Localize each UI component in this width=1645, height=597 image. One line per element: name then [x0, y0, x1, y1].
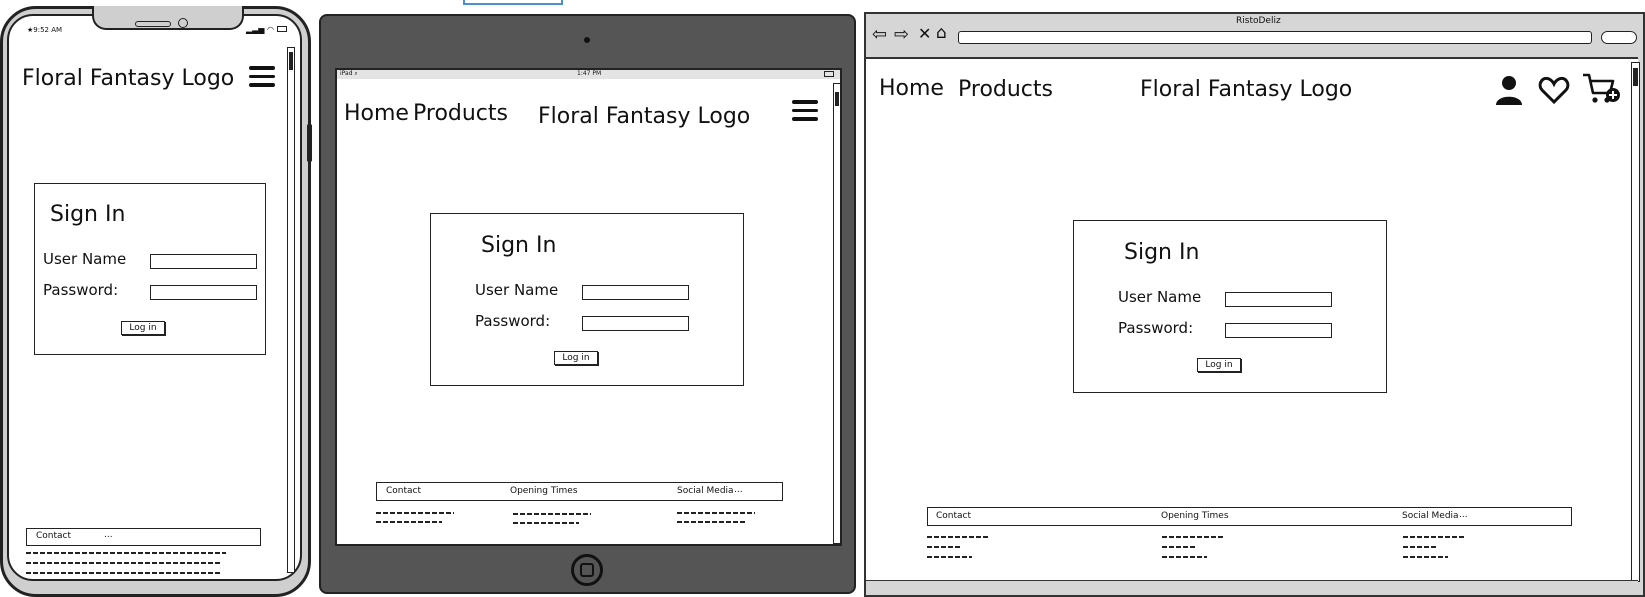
phone-password-input[interactable]: [150, 285, 257, 300]
phone-signin-title: Sign In: [50, 202, 126, 227]
browser-footer-text-line: [927, 556, 972, 558]
hamburger-menu-icon[interactable]: [792, 100, 818, 126]
tablet-footer-text-line: [677, 521, 745, 523]
user-icon[interactable]: [1494, 74, 1524, 106]
tablet-footer-text-line: [677, 512, 755, 514]
tablet-home-button-inner: [580, 563, 594, 577]
browser-bottom-bar: [866, 580, 1638, 588]
browser-footer-text-line: [1403, 536, 1465, 538]
tablet-footer-contact[interactable]: Contact: [386, 486, 421, 496]
browser-scrollbar-thumb[interactable]: [1633, 68, 1638, 86]
tablet-camera: [584, 37, 590, 43]
browser-password-label: Password:: [1118, 319, 1194, 337]
phone-login-button[interactable]: Log in: [121, 321, 165, 335]
browser-username-input[interactable]: [1225, 292, 1332, 307]
selection-handle: [463, 0, 563, 5]
browser-footer-bar: [927, 507, 1572, 526]
browser-footer-text-line: [1403, 556, 1448, 558]
phone-footer-text-line: [26, 552, 226, 554]
signal-icon: ▂▃▅: [246, 25, 265, 34]
browser-username-label: User Name: [1118, 288, 1202, 306]
tablet-password-input[interactable]: [582, 316, 689, 331]
browser-footer-more[interactable]: ...: [1459, 510, 1468, 520]
phone-speaker: [135, 21, 171, 27]
browser-footer-text-line: [1162, 536, 1224, 538]
browser-footer-text-line: [927, 536, 989, 538]
tablet-nav-products[interactable]: Products: [413, 101, 508, 126]
tablet-signin-title: Sign In: [481, 233, 557, 258]
battery-icon: [276, 26, 287, 32]
phone-status-time: ★9:52 AM: [27, 26, 63, 34]
search-box[interactable]: [1601, 31, 1637, 44]
phone-scrollbar[interactable]: [287, 47, 295, 573]
browser-nav-home[interactable]: Home: [879, 76, 944, 101]
browser-login-button[interactable]: Log in: [1197, 358, 1241, 372]
battery-icon: [824, 71, 834, 77]
phone-camera: [178, 18, 188, 28]
back-arrow-icon[interactable]: ⇦: [872, 24, 887, 45]
tablet-username-label: User Name: [475, 281, 559, 299]
tablet-scrollbar-thumb[interactable]: [835, 92, 839, 106]
address-bar[interactable]: [958, 31, 1592, 44]
tablet-footer-opening-times[interactable]: Opening Times: [510, 486, 578, 496]
tablet-password-label: Password:: [475, 312, 551, 330]
tablet-footer-social-media[interactable]: Social Media: [677, 486, 734, 496]
phone-footer-text-line: [26, 562, 221, 564]
browser-footer-text-line: [1162, 556, 1207, 558]
browser-footer-text-line: [1162, 546, 1196, 548]
browser-footer-social-media[interactable]: Social Media: [1402, 511, 1459, 521]
browser-footer-text-line: [1403, 546, 1437, 548]
phone-footer-contact[interactable]: Contact: [36, 531, 71, 541]
browser-footer-contact[interactable]: Contact: [936, 511, 971, 521]
wifi-icon: ◠: [267, 25, 274, 34]
tablet-status-time: 1:47 PM: [577, 70, 602, 77]
tablet-scrollbar[interactable]: [833, 83, 841, 544]
browser-footer-opening-times[interactable]: Opening Times: [1161, 511, 1229, 521]
home-icon[interactable]: ⌂: [936, 23, 947, 43]
browser-logo: Floral Fantasy Logo: [1140, 77, 1353, 102]
tablet-footer-text-line: [513, 513, 591, 515]
phone-status-icons: ▂▃▅ ◠: [246, 25, 287, 34]
heart-icon[interactable]: [1538, 75, 1570, 105]
browser-scrollbar[interactable]: [1631, 62, 1640, 582]
tablet-footer-text-line: [376, 512, 454, 514]
tablet-footer-more[interactable]: ...: [734, 485, 743, 495]
phone-scrollbar-thumb[interactable]: [289, 52, 293, 70]
tablet-footer-text-line: [513, 522, 579, 524]
phone-side-button: [307, 124, 312, 162]
close-icon[interactable]: ✕: [918, 24, 931, 43]
forward-arrow-icon[interactable]: ⇨: [894, 24, 909, 45]
phone-username-label: User Name: [43, 250, 127, 268]
tablet-footer-text-line: [376, 521, 442, 523]
tablet-nav-home[interactable]: Home: [344, 101, 409, 126]
browser-nav-products[interactable]: Products: [958, 77, 1053, 102]
phone-username-input[interactable]: [150, 254, 257, 269]
phone-footer-text-line: [26, 572, 222, 574]
browser-window-title: RistoDeliz: [1236, 16, 1281, 26]
tablet-status-left: iPad ⌕: [340, 70, 358, 77]
phone-logo: Floral Fantasy Logo: [22, 66, 235, 91]
tablet-username-input[interactable]: [582, 285, 689, 300]
tablet-logo: Floral Fantasy Logo: [538, 104, 751, 129]
hamburger-menu-icon[interactable]: [249, 66, 275, 92]
phone-footer-more[interactable]: ...: [104, 530, 113, 540]
cart-add-icon[interactable]: [1582, 72, 1622, 106]
browser-footer-text-line: [927, 546, 961, 548]
browser-password-input[interactable]: [1225, 323, 1332, 338]
phone-password-label: Password:: [43, 281, 119, 299]
browser-signin-title: Sign In: [1124, 240, 1200, 265]
tablet-login-button[interactable]: Log in: [554, 351, 598, 365]
